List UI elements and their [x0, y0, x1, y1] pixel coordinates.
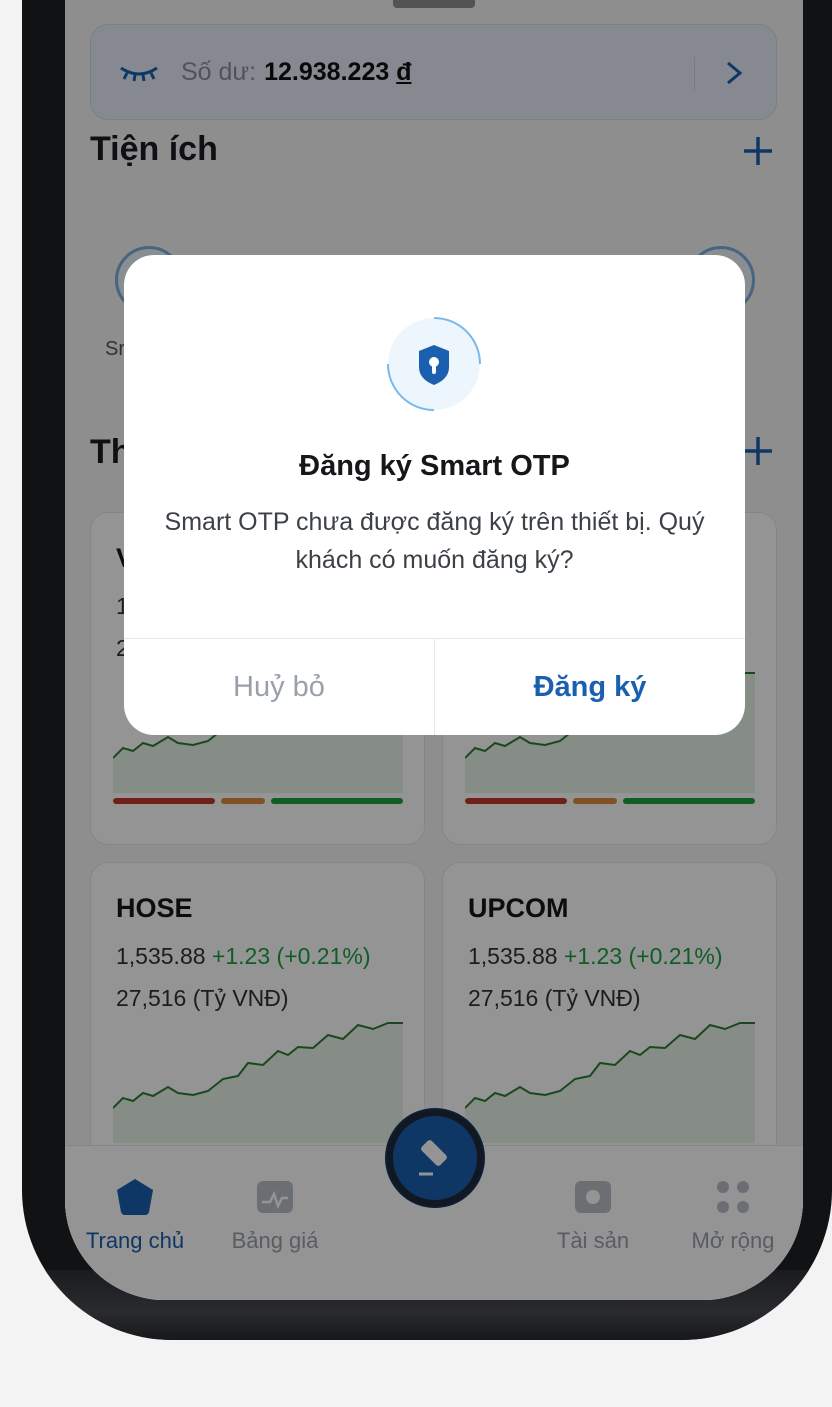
cancel-button[interactable]: Huỷ bỏ: [124, 639, 434, 735]
dialog-message: Smart OTP chưa được đăng ký trên thiết b…: [164, 508, 705, 574]
register-button[interactable]: Đăng ký: [435, 639, 745, 735]
dialog-title: Đăng ký Smart OTP: [299, 450, 570, 482]
phone-frame: Số dư: 12.938.223 đ Tiện ích Sr Th V 1 2: [22, 0, 832, 1340]
smart-otp-dialog: Đăng ký Smart OTP Smart OTP chưa được đă…: [124, 255, 745, 735]
app-screen: Số dư: 12.938.223 đ Tiện ích Sr Th V 1 2: [65, 0, 803, 1300]
shield-keyhole-icon: [387, 317, 481, 411]
